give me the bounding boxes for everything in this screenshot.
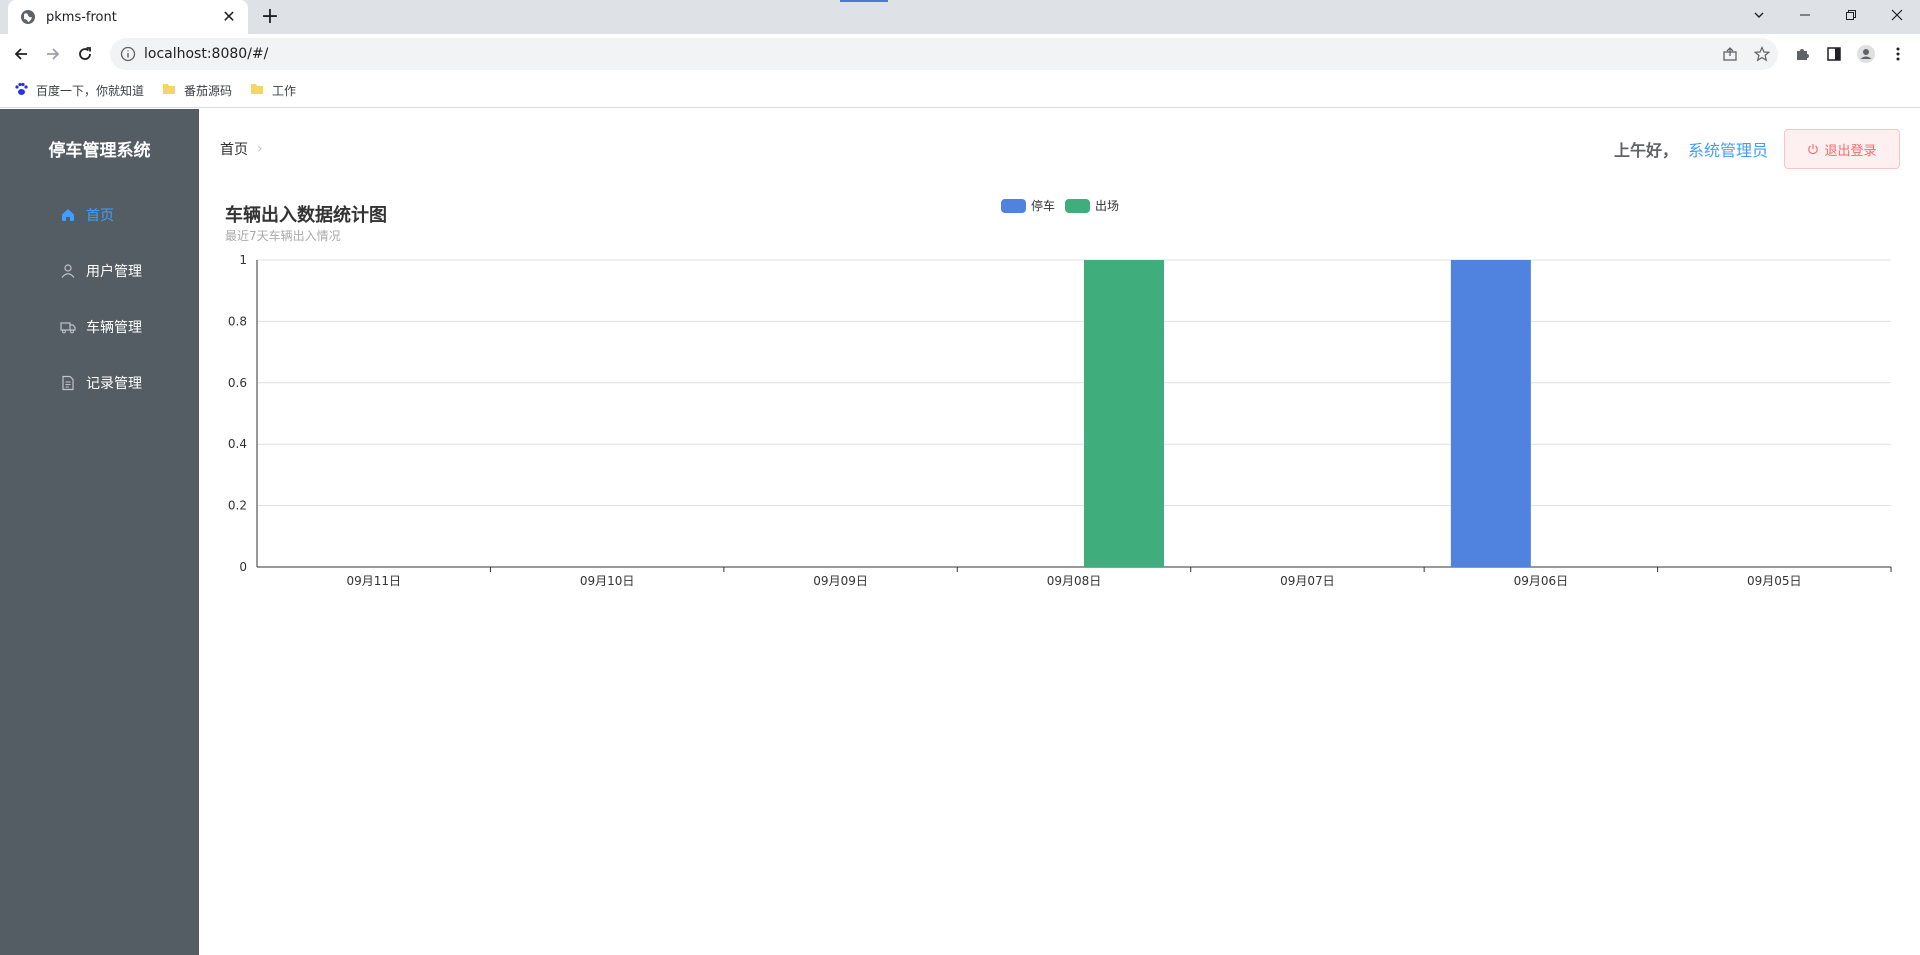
breadcrumb-separator-icon: › [257, 141, 263, 157]
x-tick-label: 09月07日 [1280, 574, 1335, 588]
bookmark-baidu[interactable]: 百度一下，你就知道 [14, 82, 144, 99]
sidebar-item-home[interactable]: 首页 [0, 187, 199, 243]
y-tick-label: 0 [239, 560, 247, 574]
profile-avatar-icon[interactable] [1854, 42, 1878, 66]
bar-exit [1084, 260, 1164, 567]
bookmark-label: 百度一下，你就知道 [36, 84, 145, 98]
bookmark-folder-work[interactable]: 工作 [250, 82, 296, 99]
url-text[interactable]: localhost:8080/#/ [144, 46, 268, 62]
y-tick-label: 0.6 [228, 376, 247, 390]
user-greeting: 上午好， 系统管理员 [1614, 137, 1768, 161]
more-menu-icon[interactable] [1886, 42, 1910, 66]
folder-icon [250, 82, 264, 99]
sidebar-item-label: 记录管理 [86, 376, 142, 392]
close-tab-icon[interactable]: ✕ [220, 8, 238, 26]
browser-tab-strip: pkms-front ✕ + [0, 0, 1920, 34]
minimize-icon[interactable] [1782, 0, 1828, 30]
globe-icon [20, 9, 36, 25]
username: 系统管理员 [1687, 141, 1768, 160]
sidebar-item-label: 首页 [86, 208, 114, 224]
site-info-icon[interactable] [120, 46, 136, 62]
y-tick-label: 0.2 [228, 499, 247, 513]
y-tick-label: 0.4 [228, 437, 247, 451]
bar-parking [1450, 260, 1531, 567]
reload-icon[interactable] [73, 42, 97, 66]
user-icon [60, 263, 76, 279]
browser-tab[interactable]: pkms-front ✕ [8, 0, 248, 34]
home-icon [60, 207, 76, 223]
x-tick-label: 09月08日 [1047, 574, 1102, 588]
main-content: 首页 › 上午好， 系统管理员 退出登录 车辆出入数据统计图 最近7天车辆出入情… [199, 109, 1920, 955]
truck-icon [60, 319, 76, 335]
tab-strip-accent [840, 0, 888, 2]
y-tick-label: 1 [239, 253, 247, 267]
browser-toolbar: localhost:8080/#/ [0, 34, 1920, 74]
folder-icon [162, 82, 176, 99]
side-panel-icon[interactable] [1822, 42, 1846, 66]
sidebar-item-vehicles[interactable]: 车辆管理 [0, 299, 199, 355]
bookmark-label: 工作 [272, 84, 297, 98]
bookmarks-bar: 百度一下，你就知道 番茄源码 工作 [0, 74, 1920, 108]
breadcrumb: 首页 › [220, 139, 263, 159]
page-header: 首页 › 上午好， 系统管理员 退出登录 [199, 109, 1920, 189]
vehicle-stats-chart: 车辆出入数据统计图 最近7天车辆出入情况 停车 出场 0 0.2 0.4 0.6 0.8… [199, 189, 1920, 609]
document-icon [60, 375, 76, 391]
sidebar-item-label: 用户管理 [86, 264, 142, 280]
tab-title: pkms-front [46, 9, 117, 25]
chart-plot: 0 0.2 0.4 0.6 0.8 1 09月11日 09月10日 09月09日 09月08日 09… [228, 253, 1892, 588]
tab-search-chevron-icon[interactable] [1736, 0, 1782, 30]
back-arrow-icon[interactable] [9, 42, 33, 66]
extensions-puzzle-icon[interactable] [1790, 42, 1814, 66]
forward-arrow-icon[interactable] [41, 42, 65, 66]
baidu-paw-icon [14, 82, 28, 99]
bookmark-star-icon[interactable] [1750, 42, 1774, 66]
bookmark-folder-fanqie[interactable]: 番茄源码 [162, 82, 232, 99]
power-icon [1807, 143, 1819, 155]
logout-button[interactable]: 退出登录 [1784, 129, 1900, 169]
new-tab-button[interactable]: + [258, 6, 282, 30]
x-tick-label: 09月10日 [580, 574, 635, 588]
logout-label: 退出登录 [1824, 142, 1877, 158]
sidebar-item-users[interactable]: 用户管理 [0, 243, 199, 299]
x-tick-label: 09月06日 [1514, 574, 1569, 588]
x-tick-label: 09月11日 [346, 574, 401, 588]
sidebar-item-records[interactable]: 记录管理 [0, 355, 199, 411]
share-icon[interactable] [1718, 42, 1742, 66]
app-logo: 停车管理系统 [48, 140, 151, 161]
greeting-text: 上午好， [1613, 141, 1678, 160]
x-tick-label: 09月05日 [1747, 574, 1802, 588]
sidebar: 停车管理系统 首页 用户管理 车辆管理 记录管理 [0, 109, 199, 955]
close-window-icon[interactable] [1874, 0, 1920, 30]
y-tick-label: 0.8 [228, 314, 247, 328]
sidebar-item-label: 车辆管理 [86, 320, 142, 336]
address-bar[interactable]: localhost:8080/#/ [110, 38, 1778, 70]
bookmark-label: 番茄源码 [184, 84, 233, 98]
sidebar-menu: 首页 用户管理 车辆管理 记录管理 [0, 187, 199, 411]
breadcrumb-home[interactable]: 首页 [220, 139, 248, 159]
restore-icon[interactable] [1828, 0, 1874, 30]
x-tick-label: 09月09日 [813, 574, 868, 588]
